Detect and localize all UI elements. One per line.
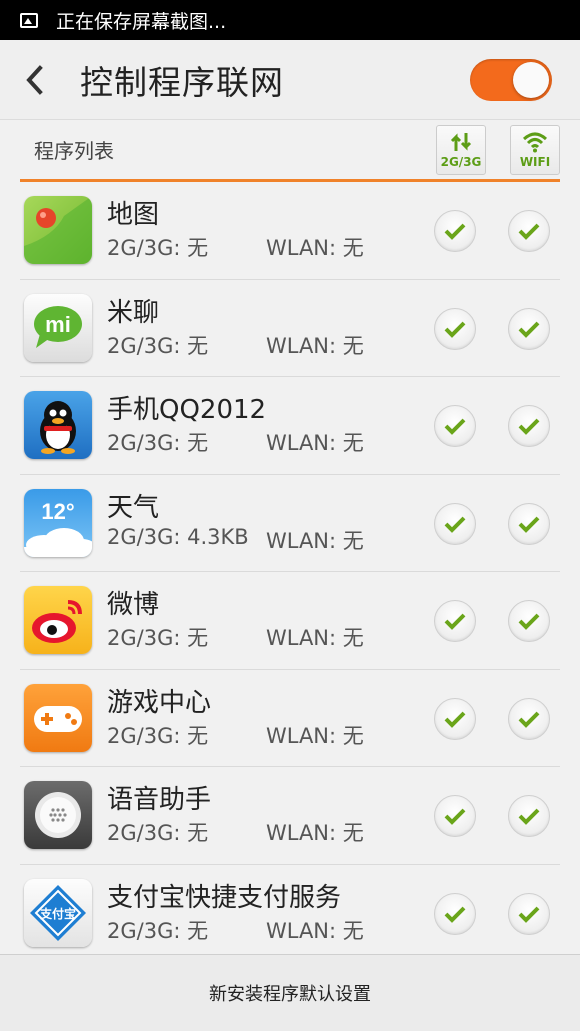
list-header: 程序列表 2G/3G WIFI	[20, 120, 560, 182]
wifi-checkbox[interactable]	[508, 210, 550, 252]
back-button[interactable]	[0, 40, 70, 120]
weather-icon-text: 12°	[41, 499, 74, 524]
voice-assistant-icon	[24, 781, 92, 850]
list-header-label: 程序列表	[34, 139, 114, 163]
check-icon	[518, 223, 540, 240]
app-list: 地图 2G/3G: 无 WLAN: 无 mi 米聊 2G/3G: 无 WLAN:	[20, 182, 560, 962]
app-name: 游戏中心	[107, 687, 212, 718]
list-item: 12° 天气 2G/3G: 4.3KB WLAN: 无	[20, 475, 560, 572]
check-icon	[444, 613, 466, 630]
app-name: 地图	[107, 200, 160, 231]
michat-icon: mi	[24, 293, 92, 362]
title-bar: 控制程序联网	[0, 40, 580, 120]
mobile-data-checkbox[interactable]	[434, 502, 476, 545]
gamepad-icon	[24, 683, 92, 752]
qq-penguin-icon	[24, 391, 92, 460]
mobile-usage: 2G/3G: 无	[107, 236, 209, 261]
footer-label: 新安装程序默认设置	[209, 984, 371, 1005]
check-icon	[518, 808, 540, 825]
wifi-label: WIFI	[519, 154, 551, 169]
wifi-checkbox[interactable]	[508, 697, 550, 740]
alipay-icon-text: 支付宝	[39, 906, 76, 921]
michat-icon-text: mi	[45, 312, 71, 337]
mobile-usage: 2G/3G: 无	[107, 626, 209, 651]
weather-icon: 12°	[24, 488, 92, 557]
check-icon	[518, 906, 540, 923]
mobile-data-checkbox[interactable]	[434, 892, 476, 935]
wlan-usage: WLAN: 无	[266, 236, 364, 261]
mobile-usage: 2G/3G: 无	[107, 723, 209, 748]
wlan-usage: WLAN: 无	[266, 821, 364, 846]
mobile-data-checkbox[interactable]	[434, 307, 476, 350]
wifi-checkbox[interactable]	[508, 502, 550, 545]
mobile-usage: 2G/3G: 无	[107, 431, 209, 456]
mobile-data-checkbox[interactable]	[434, 795, 476, 837]
mobile-usage: 2G/3G: 无	[107, 333, 209, 358]
wifi-icon	[522, 132, 548, 152]
check-icon	[444, 711, 466, 728]
map-icon	[24, 196, 92, 265]
check-icon	[518, 711, 540, 728]
wlan-usage: WLAN: 无	[266, 723, 364, 748]
list-item: mi 米聊 2G/3G: 无 WLAN: 无	[20, 280, 560, 377]
wlan-usage: WLAN: 无	[266, 431, 364, 456]
check-icon	[444, 906, 466, 923]
app-name: 米聊	[107, 297, 160, 328]
wifi-checkbox[interactable]	[508, 600, 550, 642]
check-icon	[518, 418, 540, 435]
back-arrow-icon	[26, 64, 43, 95]
app-name: 天气	[107, 492, 160, 523]
check-icon	[444, 418, 466, 435]
check-icon	[518, 613, 540, 630]
list-item: 手机QQ2012 2G/3G: 无 WLAN: 无	[20, 377, 560, 475]
list-item: 语音助手 2G/3G: 无 WLAN: 无	[20, 767, 560, 865]
mobile-usage: 2G/3G: 无	[107, 821, 209, 846]
page-title: 控制程序联网	[80, 62, 284, 102]
image-icon	[20, 12, 38, 28]
new-app-default-settings-button[interactable]: 新安装程序默认设置	[0, 954, 580, 1031]
wlan-usage: WLAN: 无	[266, 919, 364, 944]
wlan-usage: WLAN: 无	[266, 528, 364, 553]
list-item: 地图 2G/3G: 无 WLAN: 无	[20, 182, 560, 280]
check-icon	[444, 223, 466, 240]
weibo-icon	[24, 586, 92, 655]
wlan-usage: WLAN: 无	[266, 333, 364, 358]
toggle-knob	[513, 61, 549, 98]
app-name: 支付宝快捷支付服务	[107, 883, 342, 914]
check-icon	[518, 321, 540, 338]
wifi-checkbox[interactable]	[508, 307, 550, 350]
app-name: 手机QQ2012	[107, 395, 267, 426]
mobile-data-checkbox[interactable]	[434, 210, 476, 252]
wifi-checkbox[interactable]	[508, 405, 550, 447]
wifi-checkbox[interactable]	[508, 892, 550, 935]
list-item: 支付宝 支付宝快捷支付服务 2G/3G: 无 WLAN: 无	[20, 865, 560, 963]
alipay-icon: 支付宝	[24, 879, 92, 948]
check-icon	[444, 321, 466, 338]
wifi-all-button[interactable]: WIFI	[510, 124, 560, 175]
app-name: 微博	[107, 590, 160, 621]
network-control-toggle[interactable]	[470, 58, 552, 101]
mobile-data-label: 2G/3G	[440, 154, 482, 169]
mobile-usage: 2G/3G: 无	[107, 919, 209, 944]
mobile-data-checkbox[interactable]	[434, 405, 476, 447]
status-bar: 正在保存屏幕截图...	[0, 0, 580, 40]
list-item: 游戏中心 2G/3G: 无 WLAN: 无	[20, 670, 560, 767]
mobile-data-checkbox[interactable]	[434, 697, 476, 740]
check-icon	[444, 808, 466, 825]
check-icon	[444, 516, 466, 533]
list-item: 微博 2G/3G: 无 WLAN: 无	[20, 572, 560, 670]
mobile-usage: 2G/3G: 4.3KB	[107, 524, 249, 549]
check-icon	[518, 516, 540, 533]
wlan-usage: WLAN: 无	[266, 626, 364, 651]
sync-arrows-icon	[450, 132, 472, 151]
status-text: 正在保存屏幕截图...	[56, 10, 227, 33]
app-name: 语音助手	[107, 785, 212, 816]
mobile-data-all-button[interactable]: 2G/3G	[436, 124, 486, 175]
wifi-checkbox[interactable]	[508, 795, 550, 837]
mobile-data-checkbox[interactable]	[434, 600, 476, 642]
